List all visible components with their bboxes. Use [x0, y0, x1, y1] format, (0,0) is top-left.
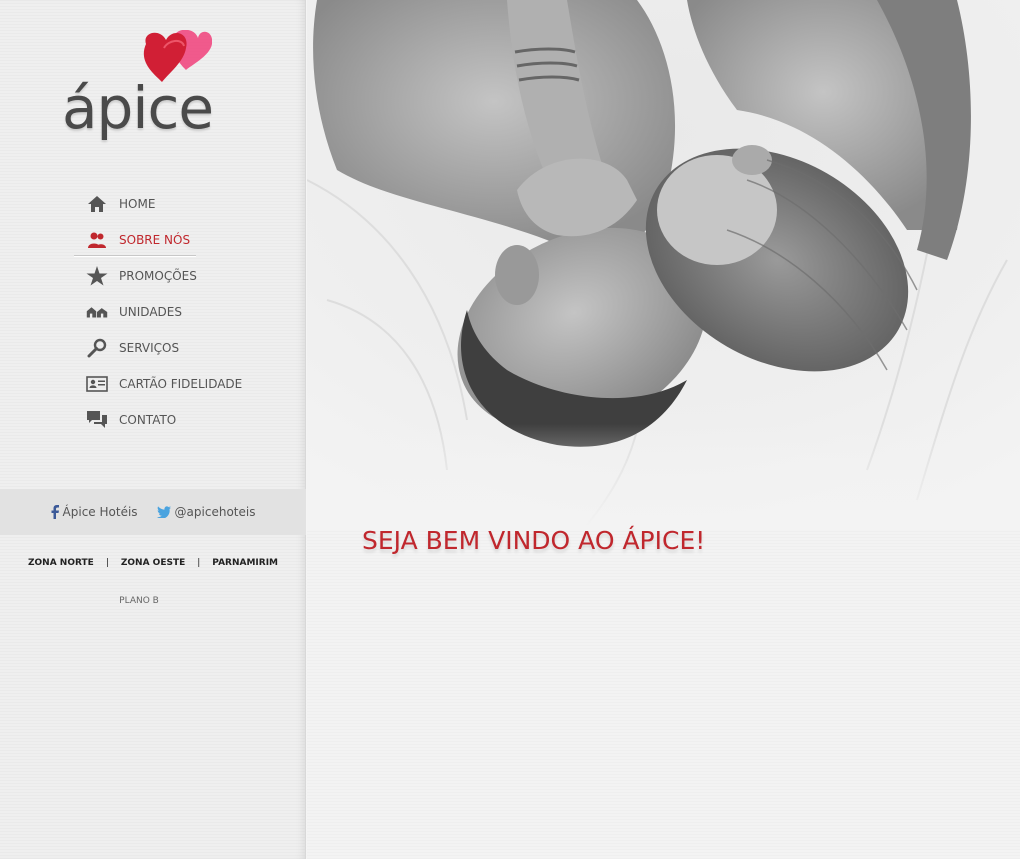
nav-item-sobre-nos[interactable]: SOBRE NÓS: [74, 222, 274, 258]
welcome-heading: SEJA BEM VINDO AO ÁPICE!: [362, 526, 706, 555]
nav-item-promocoes[interactable]: PROMOÇÕES: [74, 258, 274, 294]
main-nav: HOME SOBRE NÓS PROMOÇÕES UNIDADES SERVIÇ…: [74, 186, 274, 438]
twitter-label: @apicehoteis: [174, 505, 256, 519]
twitter-icon: [156, 506, 171, 518]
hero-photo: [307, 0, 1020, 530]
nav-label: HOME: [119, 197, 156, 211]
chat-icon: [86, 409, 108, 431]
home-icon: [86, 193, 108, 215]
nav-label: UNIDADES: [119, 305, 182, 319]
nav-label: CARTÃO FIDELIDADE: [119, 377, 243, 391]
zone-link-oeste[interactable]: ZONA OESTE: [121, 558, 185, 568]
nav-item-home[interactable]: HOME: [74, 186, 274, 222]
zone-separator: |: [105, 558, 109, 568]
star-icon: [86, 265, 108, 287]
nav-label: SOBRE NÓS: [119, 233, 191, 247]
buildings-icon: [86, 301, 108, 323]
nav-item-cartao-fidelidade[interactable]: CARTÃO FIDELIDADE: [74, 366, 274, 402]
brand-name: ápice: [62, 74, 214, 142]
nav-label: SERVIÇOS: [119, 341, 180, 355]
couple-photo-image: [307, 0, 1020, 530]
zones-links: ZONA NORTE | ZONA OESTE | PARNAMIRIM: [0, 558, 306, 568]
social-bar: Ápice Hotéis @apicehoteis: [0, 489, 306, 535]
zone-link-norte[interactable]: ZONA NORTE: [28, 558, 94, 568]
zone-link-plano-b[interactable]: PLANO B: [0, 596, 278, 606]
twitter-link[interactable]: @apicehoteis: [156, 505, 256, 519]
zone-link-parnamirim[interactable]: PARNAMIRIM: [212, 558, 278, 568]
main-content: SEJA BEM VINDO AO ÁPICE!: [307, 0, 1020, 859]
facebook-link[interactable]: Ápice Hotéis: [51, 505, 138, 519]
id-card-icon: [86, 373, 108, 395]
logo[interactable]: ápice: [60, 30, 240, 145]
nav-item-contato[interactable]: CONTATO: [74, 402, 274, 438]
nav-label: PROMOÇÕES: [119, 269, 197, 283]
sidebar: ápice HOME SOBRE NÓS PROMOÇÕES UNIDADES: [0, 0, 306, 859]
facebook-icon: [51, 505, 59, 519]
nav-item-unidades[interactable]: UNIDADES: [74, 294, 274, 330]
facebook-label: Ápice Hotéis: [62, 505, 138, 519]
magnifier-icon: [86, 337, 108, 359]
zone-separator: |: [197, 558, 201, 568]
nav-label: CONTATO: [119, 413, 177, 427]
users-icon: [86, 229, 108, 251]
nav-item-servicos[interactable]: SERVIÇOS: [74, 330, 274, 366]
